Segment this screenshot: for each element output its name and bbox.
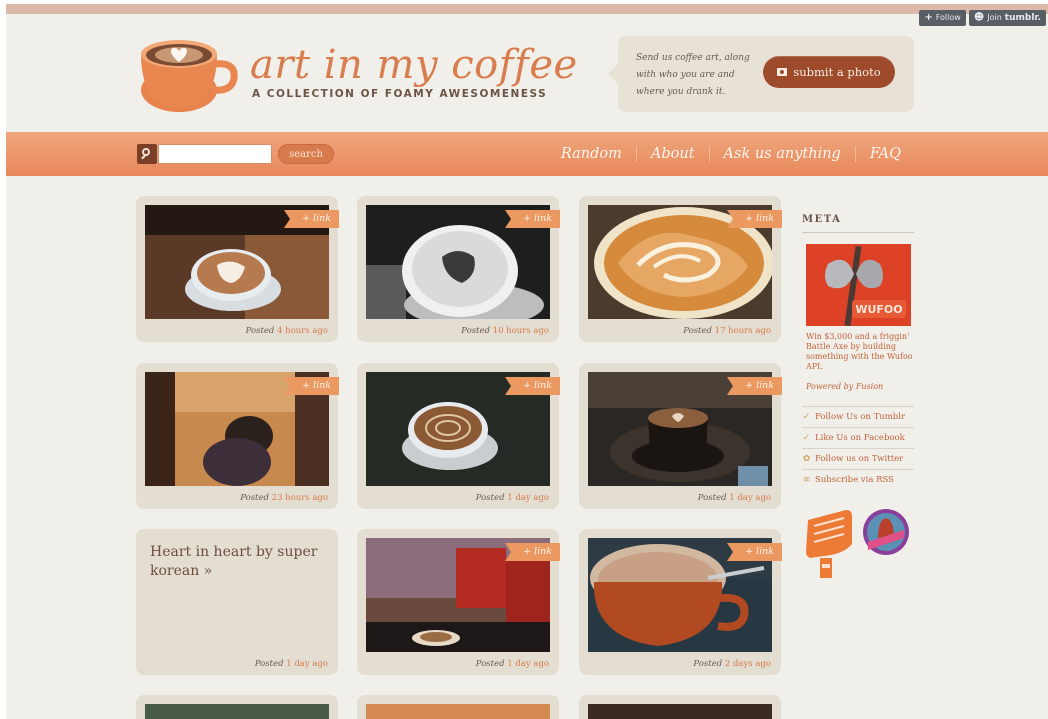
ad-text[interactable]: Win $3,000 and a friggin' Battle Axe by …: [806, 332, 918, 372]
post-timestamp: Posted 1 day ago: [475, 493, 549, 503]
social-label: Follow Us on Tumblr: [815, 412, 906, 422]
submit-instructions: Send us coffee art, along with who you a…: [636, 53, 750, 97]
social-label: Follow us on Twitter: [815, 454, 904, 464]
post-timestamp: Posted 23 hours ago: [240, 493, 328, 503]
link-tag[interactable]: + link: [505, 543, 560, 561]
wufoo-ad-image[interactable]: WUFOO: [806, 244, 911, 326]
social-label: Subscribe via RSS: [815, 475, 895, 485]
search-icon: [137, 144, 157, 164]
check-icon: ✓: [802, 433, 811, 443]
post-card: + link Posted 1 day ago: [357, 529, 560, 675]
nav-link-about[interactable]: About: [635, 146, 709, 162]
submit-callout: Send us coffee art, along with who you a…: [608, 36, 914, 112]
coffee-cup-logo[interactable]: [136, 36, 240, 114]
link-tag[interactable]: + link: [284, 210, 339, 228]
search-input[interactable]: [158, 144, 272, 164]
link-tag[interactable]: + link: [505, 377, 560, 395]
nav-link-faq[interactable]: FAQ: [854, 146, 915, 162]
tumblr-controls: + Follow ☻ Join tumblr.: [919, 10, 1046, 26]
sidebar-heading: META: [802, 214, 842, 225]
link-tag[interactable]: + link: [727, 210, 782, 228]
post-card: + link Posted 2 days ago: [579, 529, 782, 675]
post-card: + link Posted 10 hours ago: [357, 196, 560, 342]
post-time-link[interactable]: 1 day ago: [507, 659, 549, 669]
divider: [802, 232, 914, 233]
post-card: + link Posted 1 day ago: [357, 363, 560, 509]
nav-links: Random About Ask us anything FAQ: [547, 132, 915, 176]
post-time-link[interactable]: 23 hours ago: [272, 493, 328, 503]
post-card: [357, 695, 559, 719]
post-time-link[interactable]: 17 hours ago: [715, 326, 771, 336]
tumblr-follow-button[interactable]: + Follow: [919, 10, 966, 26]
nav-link-ask[interactable]: Ask us anything: [708, 146, 855, 162]
user-icon: ☻: [973, 12, 985, 23]
social-link-rss[interactable]: ≋ Subscribe via RSS: [802, 469, 914, 490]
post-photo[interactable]: [588, 704, 772, 719]
post-timestamp: Posted 10 hours ago: [461, 326, 549, 336]
social-link-tumblr[interactable]: ✓ Follow Us on Tumblr: [802, 406, 914, 427]
link-tag[interactable]: + link: [505, 210, 560, 228]
post-timestamp: Posted 4 hours ago: [245, 326, 328, 336]
post-timestamp: Posted 17 hours ago: [683, 326, 771, 336]
post-card: [579, 695, 781, 719]
finalist-badge[interactable]: [862, 508, 910, 556]
link-tag[interactable]: + link: [727, 543, 782, 561]
nav-bar: search Random About Ask us anything FAQ: [6, 132, 1048, 176]
ad-logo-text: WUFOO: [855, 303, 902, 316]
tumblr-brand: tumblr.: [1004, 13, 1041, 23]
ad-powered-by[interactable]: Powered by Fusion: [806, 382, 883, 391]
submit-photo-button[interactable]: submit a photo: [763, 56, 895, 88]
social-label: Like Us on Facebook: [815, 433, 905, 443]
post-time-link[interactable]: 1 day ago: [507, 493, 549, 503]
tumblr-join-label: Join: [987, 13, 1002, 22]
post-time-link[interactable]: 10 hours ago: [493, 326, 549, 336]
award-badge[interactable]: [804, 508, 854, 582]
post-card: + link Posted 17 hours ago: [579, 196, 782, 342]
post-card: + link Posted 23 hours ago: [136, 363, 339, 509]
rss-icon: ≋: [802, 475, 811, 485]
social-link-facebook[interactable]: ✓ Like Us on Facebook: [802, 427, 914, 448]
site-title[interactable]: art in my coffee: [250, 42, 578, 88]
post-timestamp: Posted 1 day ago: [254, 659, 328, 669]
tumblr-join-button[interactable]: ☻ Join tumblr.: [968, 10, 1046, 26]
social-link-twitter[interactable]: ✿ Follow us on Twitter: [802, 448, 914, 469]
link-tag[interactable]: + link: [727, 377, 782, 395]
post-photo[interactable]: [145, 704, 329, 719]
post-timestamp: Posted 1 day ago: [475, 659, 549, 669]
post-photo[interactable]: [366, 704, 550, 719]
post-timestamp: Posted 2 days ago: [693, 659, 771, 669]
social-links: ✓ Follow Us on Tumblr ✓ Like Us on Faceb…: [802, 406, 914, 490]
site-tagline: A COLLECTION OF FOAMY AWESOMENESS: [252, 88, 548, 100]
post-time-link[interactable]: 4 hours ago: [277, 326, 328, 336]
search-button[interactable]: search: [278, 144, 334, 164]
camera-icon: [777, 68, 788, 76]
nav-link-random[interactable]: Random: [547, 146, 636, 162]
post-card: + link Posted 1 day ago: [579, 363, 782, 509]
check-icon: ✓: [802, 412, 811, 422]
post-time-link[interactable]: 2 days ago: [725, 659, 771, 669]
post-card: + link Posted 4 hours ago: [136, 196, 339, 342]
text-post-title[interactable]: Heart in heart by super korean »: [150, 543, 320, 581]
tumblr-follow-label: Follow: [935, 13, 961, 22]
post-time-link[interactable]: 1 day ago: [729, 493, 771, 503]
post-time-link[interactable]: 1 day ago: [286, 659, 328, 669]
link-tag[interactable]: + link: [284, 377, 339, 395]
text-post-card: Heart in heart by super korean » Posted …: [136, 529, 338, 675]
post-card: [136, 695, 338, 719]
plus-icon: +: [924, 12, 933, 23]
top-strip: [6, 4, 1048, 14]
submit-photo-label: submit a photo: [793, 65, 881, 79]
bird-icon: ✿: [802, 454, 811, 464]
page: + Follow ☻ Join tumblr. art in my coffee…: [6, 4, 1048, 719]
post-timestamp: Posted 1 day ago: [697, 493, 771, 503]
